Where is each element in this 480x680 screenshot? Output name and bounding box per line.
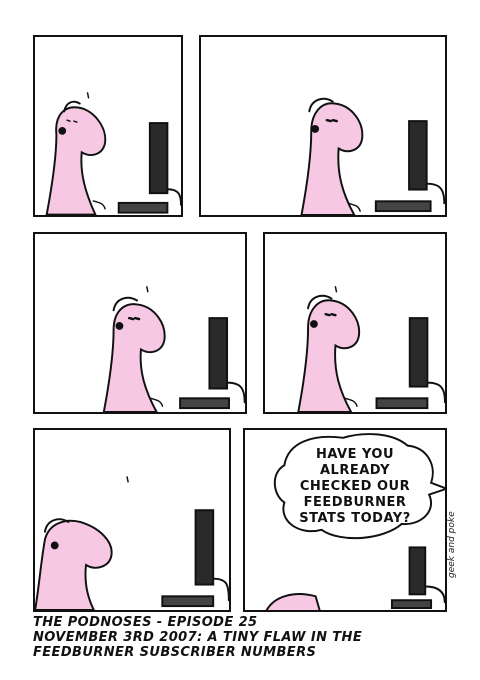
comic-panel-4 [263,232,447,414]
speech-bubble-text: HAVE YOU ALREADY CHECKED OUR FEEDBURNER … [285,447,425,527]
comic-panel-3 [33,232,247,414]
caption-line: THE PODNOSES - EPISODE 25 [33,615,258,630]
comic-caption: THE PODNOSES - EPISODE 25 NOVEMBER 3RD 2… [33,615,362,660]
comic-panel-6: HAVE YOU ALREADY CHECKED OUR FEEDBURNER … [243,428,447,612]
character-at-computer [102,286,245,412]
speech-bubble-line: FEEDBURNER [303,495,407,510]
speech-bubble-line: ALREADY [319,463,391,478]
speech-bubble-line: STATS TODAY? [299,511,411,526]
comic-panel-2 [199,35,447,217]
caption-line: FEEDBURNER SUBSCRIBER NUMBERS [33,645,317,660]
character-at-computer [45,92,181,215]
character-at-computer [35,476,229,610]
artist-signature: geek and poke [447,511,457,578]
character-at-computer [297,286,445,412]
comic-panel-1 [33,35,183,217]
speech-bubble-line: CHECKED OUR [299,479,411,494]
speech-bubble-line: HAVE YOU [315,447,395,462]
caption-line: NOVEMBER 3RD 2007: A TINY FLAW IN THE [33,630,363,645]
character-at-computer [300,97,445,215]
comic-panel-5 [33,428,231,612]
